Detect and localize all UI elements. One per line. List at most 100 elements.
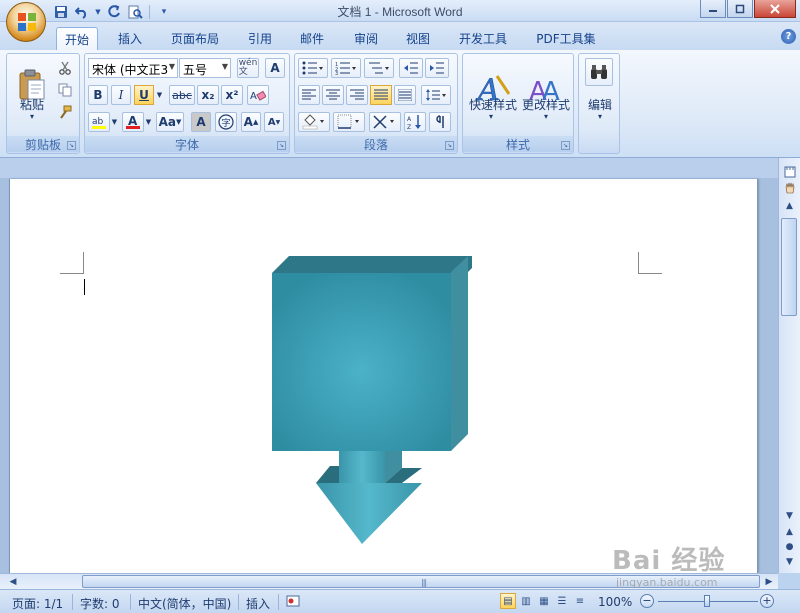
vertical-scroll-thumb[interactable] xyxy=(781,218,797,316)
ruler-strip xyxy=(0,158,778,178)
font-size-combo[interactable]: 五号 ▼ xyxy=(179,58,231,78)
browse-object-icon[interactable]: ● xyxy=(781,539,798,554)
zoom-in-icon[interactable]: + xyxy=(760,594,774,608)
font-launcher-icon[interactable]: ↘ xyxy=(277,141,286,150)
multilevel-list-button[interactable] xyxy=(364,58,394,78)
down-arrow-callout-shape[interactable] xyxy=(272,256,472,546)
help-icon[interactable]: ? xyxy=(781,29,796,44)
char-border-button[interactable]: A xyxy=(265,58,285,78)
italic-button[interactable]: I xyxy=(111,85,131,105)
draft-view-icon[interactable]: ≡ xyxy=(572,593,588,609)
office-button[interactable] xyxy=(6,2,46,42)
maximize-button[interactable] xyxy=(727,0,753,18)
editing-label: 编辑 xyxy=(587,98,612,112)
clear-format-button[interactable]: A xyxy=(247,85,269,105)
format-painter-button[interactable] xyxy=(55,102,75,122)
tab-review[interactable]: 审阅 xyxy=(346,27,386,50)
status-page[interactable]: 页面: 1/1 xyxy=(12,595,63,612)
shrink-font-button[interactable]: A ▼ xyxy=(264,112,284,132)
borders-button[interactable] xyxy=(333,112,365,132)
document-page[interactable] xyxy=(9,179,758,573)
font-color-button[interactable]: A xyxy=(122,112,144,132)
outline-view-icon[interactable]: ☰ xyxy=(554,593,570,609)
status-insert-mode[interactable]: 插入 xyxy=(246,595,270,612)
paragraph-launcher-icon[interactable]: ↘ xyxy=(445,141,454,150)
change-case-button[interactable]: Aa ▼ xyxy=(156,112,184,132)
status-language[interactable]: 中文(简体，中国) xyxy=(138,595,231,612)
bullets-button[interactable] xyxy=(298,58,328,78)
subscript-button[interactable]: x₂ xyxy=(197,85,219,105)
shape-arrowhead xyxy=(316,483,422,544)
find-button[interactable] xyxy=(585,58,613,86)
sort-button[interactable]: AZ xyxy=(404,112,426,132)
copy-button[interactable] xyxy=(55,80,75,100)
group-clipboard: 粘贴 ▾ 剪贴板 ↘ xyxy=(6,53,80,154)
highlight-button[interactable]: ab xyxy=(88,112,110,132)
increase-indent-button[interactable] xyxy=(425,58,449,78)
char-shading-button[interactable]: A xyxy=(191,112,211,132)
tab-mailings[interactable]: 邮件 xyxy=(292,27,332,50)
paste-dropdown-icon[interactable]: ▾ xyxy=(24,112,40,121)
highlight-dropdown-icon[interactable]: ▼ xyxy=(110,112,119,132)
phonetic-guide-button[interactable]: wén 文 xyxy=(237,58,259,78)
scroll-up-icon[interactable]: ▲ xyxy=(781,198,798,213)
pan-hand-icon[interactable] xyxy=(781,180,798,195)
zoom-level[interactable]: 100% xyxy=(598,595,632,609)
numbering-button[interactable]: 123 xyxy=(331,58,361,78)
tab-insert[interactable]: 插入 xyxy=(110,27,150,50)
scroll-down-icon[interactable]: ▼ xyxy=(781,508,798,523)
decrease-indent-icon xyxy=(404,62,418,74)
macro-record-icon[interactable] xyxy=(285,593,301,609)
full-screen-reading-view-icon[interactable]: ▥ xyxy=(518,593,534,609)
tab-home[interactable]: 开始 xyxy=(56,27,98,50)
shading-button[interactable] xyxy=(298,112,330,132)
align-right-button[interactable] xyxy=(346,85,368,105)
status-word-count[interactable]: 字数: 0 xyxy=(80,595,120,612)
tab-developer[interactable]: 开发工具 xyxy=(452,27,514,50)
scroll-right-icon[interactable]: ▶ xyxy=(762,575,776,588)
clipboard-launcher-icon[interactable]: ↘ xyxy=(67,141,76,150)
line-spacing-button[interactable] xyxy=(421,85,451,105)
cut-button[interactable] xyxy=(55,58,75,78)
enclose-char-icon: 字 xyxy=(218,114,234,130)
tab-pdf-tools[interactable]: PDF工具集 xyxy=(528,27,604,50)
strikethrough-button[interactable]: abc xyxy=(169,85,195,105)
minimize-button[interactable] xyxy=(700,0,726,18)
ruler-toggle-icon[interactable] xyxy=(781,164,798,179)
grow-font-button[interactable]: A ▲ xyxy=(241,112,261,132)
distributed-button[interactable] xyxy=(394,85,416,105)
chinese-layout-button[interactable] xyxy=(369,112,401,132)
chevron-down-icon[interactable]: ▾ xyxy=(592,112,608,121)
decrease-indent-button[interactable] xyxy=(399,58,423,78)
line-spacing-icon xyxy=(426,89,446,101)
web-layout-view-icon[interactable]: ▦ xyxy=(536,593,552,609)
print-layout-view-icon[interactable]: ▤ xyxy=(500,593,516,609)
chevron-down-icon[interactable]: ▾ xyxy=(483,112,499,121)
font-name-combo[interactable]: 宋体 (中文正3 ▼ xyxy=(88,58,178,78)
tab-references[interactable]: 引用 xyxy=(240,27,280,50)
tab-page-layout[interactable]: 页面布局 xyxy=(164,27,226,50)
superscript-button[interactable]: x² xyxy=(221,85,243,105)
bold-button[interactable]: B xyxy=(88,85,108,105)
chinese-layout-icon xyxy=(373,115,394,129)
align-left-button[interactable] xyxy=(298,85,320,105)
tab-view[interactable]: 视图 xyxy=(398,27,438,50)
zoom-out-icon[interactable]: − xyxy=(640,594,654,608)
enclose-char-button[interactable]: 字 xyxy=(215,112,237,132)
previous-page-icon[interactable]: ▲ xyxy=(781,524,798,539)
justify-button[interactable] xyxy=(370,85,392,105)
next-page-icon[interactable]: ▼ xyxy=(781,554,798,569)
zoom-slider-knob[interactable] xyxy=(704,595,710,607)
align-center-button[interactable] xyxy=(322,85,344,105)
font-color-dropdown-icon[interactable]: ▼ xyxy=(144,112,153,132)
close-button[interactable] xyxy=(754,0,796,18)
show-marks-button[interactable] xyxy=(429,112,451,132)
status-bar: 页面: 1/1 字数: 0 中文(简体，中国) 插入 ▤ ▥ ▦ ☰ ≡ 100… xyxy=(0,589,800,613)
chevron-down-icon[interactable]: ▾ xyxy=(538,112,554,121)
styles-launcher-icon[interactable]: ↘ xyxy=(561,141,570,150)
underline-dropdown-icon[interactable]: ▼ xyxy=(155,85,164,105)
vertical-scrollbar[interactable]: ▲ ▼ ▲ ● ▼ xyxy=(778,158,800,573)
underline-button[interactable]: U xyxy=(134,85,154,105)
scroll-left-icon[interactable]: ◀ xyxy=(6,575,20,588)
paste-label: 粘贴 xyxy=(19,98,44,112)
